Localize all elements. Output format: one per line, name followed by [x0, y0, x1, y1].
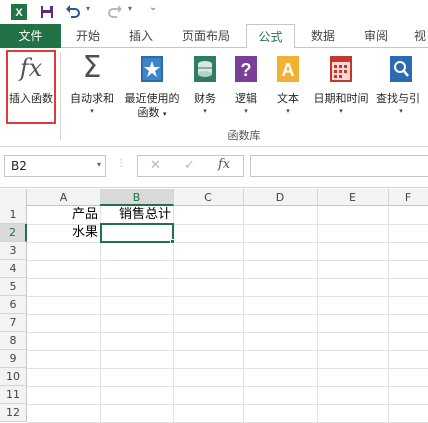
date-time-label: 日期和时间 [313, 92, 369, 105]
lookup-button[interactable]: 查找与引 ▾ [374, 50, 428, 124]
select-all-corner[interactable] [0, 189, 27, 206]
column-header-e[interactable]: E [317, 189, 389, 206]
text-label: 文本 [277, 92, 299, 105]
row-header[interactable]: 1 [0, 206, 27, 224]
magnifier-icon [389, 55, 413, 86]
gridline-h [27, 314, 428, 315]
save-icon[interactable] [37, 2, 57, 22]
text-icon-letter: A [282, 60, 295, 80]
gridline-h [27, 386, 428, 387]
column-header-a[interactable]: A [27, 189, 101, 206]
financial-icon [193, 55, 217, 86]
recently-used-label-line2: 函数 ▾ [137, 106, 167, 119]
row-header[interactable]: 3 [0, 242, 27, 260]
logical-label: 逻辑 [235, 92, 257, 105]
row-header[interactable]: 5 [0, 278, 27, 296]
column-header-c[interactable]: C [173, 189, 244, 206]
star-book-icon [140, 55, 164, 86]
row-header[interactable]: 9 [0, 350, 27, 368]
logical-button[interactable]: ? 逻辑 ▾ [228, 50, 264, 124]
formula-bar-grip-icon: ⋮ [116, 158, 126, 169]
lookup-label: 查找与引 [376, 92, 420, 105]
undo-dropdown-icon[interactable]: ▾ [86, 4, 90, 13]
insert-function-button[interactable]: fx 插入函数 [6, 50, 56, 124]
redo-icon[interactable] [106, 2, 124, 22]
sigma-icon: Σ [82, 50, 102, 85]
text-icon: A [276, 55, 300, 86]
insert-function-label: 插入函数 [9, 92, 53, 105]
fill-handle[interactable] [170, 239, 175, 244]
row-header[interactable]: 6 [0, 296, 27, 314]
column-header-d[interactable]: D [243, 189, 318, 206]
gridline-h [27, 242, 428, 243]
tab-insert[interactable]: 插入 [120, 24, 162, 48]
formula-input[interactable] [250, 155, 428, 177]
cell-a1[interactable]: 产品 [28, 206, 100, 224]
excel-logo-icon: X [9, 2, 29, 22]
redo-dropdown-icon[interactable]: ▾ [128, 4, 132, 13]
tab-review[interactable]: 审阅 [355, 24, 397, 48]
financial-button[interactable]: 财务 ▾ [188, 50, 222, 124]
logical-icon: ? [234, 55, 258, 86]
name-box[interactable]: B2 ▾ [4, 155, 106, 177]
lookup-dropdown-icon: ▾ [399, 107, 403, 115]
name-box-dropdown-icon[interactable]: ▾ [97, 160, 101, 169]
tab-formulas[interactable]: 公式 [246, 24, 295, 49]
recently-used-button[interactable]: 最近使用的 函数 ▾ [120, 50, 184, 124]
column-header-b[interactable]: B [100, 189, 174, 206]
ribbon-tabs: 文件 开始 插入 页面布局 公式 数据 审阅 视 [0, 24, 428, 49]
column-header-f[interactable]: F [388, 189, 428, 206]
text-dropdown-icon: ▾ [286, 107, 290, 115]
autosum-button[interactable]: Σ 自动求和 ▾ [64, 50, 120, 124]
fx-icon: fx [19, 54, 43, 82]
tab-data[interactable]: 数据 [302, 24, 344, 48]
customize-qat-icon[interactable]: ⌄ [149, 2, 157, 13]
formula-bar-tools: ✕ ✓ fx [137, 155, 244, 177]
row-header[interactable]: 8 [0, 332, 27, 350]
row-header[interactable]: 2 [0, 224, 27, 242]
cancel-icon[interactable]: ✕ [150, 158, 161, 173]
cell-b1[interactable]: 销售总计 [101, 206, 173, 224]
date-time-dropdown-icon: ▾ [339, 107, 343, 115]
gridline-h [27, 368, 428, 369]
gridline-h [27, 332, 428, 333]
gridline-h [27, 404, 428, 405]
row-header[interactable]: 12 [0, 404, 27, 422]
gridline-h [27, 278, 428, 279]
recently-used-label: 最近使用的 [124, 92, 180, 105]
row-header[interactable]: 11 [0, 386, 27, 404]
financial-dropdown-icon: ▾ [203, 107, 207, 115]
calendar-icon [329, 55, 353, 86]
ribbon-formulas: fx 插入函数 Σ 自动求和 ▾ 最近使用的 函数 ▾ 财务 ▾ ? 逻辑 ▾ … [0, 48, 428, 147]
tab-file[interactable]: 文件 [0, 24, 61, 48]
date-time-button[interactable]: 日期和时间 ▾ [310, 50, 372, 124]
logical-dropdown-icon: ▾ [244, 107, 248, 115]
worksheet-grid: A B C D E F 1 2 3 4 5 6 7 8 9 10 11 12 产… [0, 189, 428, 423]
gridline-h [27, 260, 428, 261]
formula-bar: B2 ▾ ⋮ ✕ ✓ fx [0, 147, 428, 188]
cell-a2[interactable]: 水果 [28, 224, 100, 242]
tab-home[interactable]: 开始 [68, 24, 108, 48]
text-button[interactable]: A 文本 ▾ [270, 50, 306, 124]
autosum-dropdown-icon: ▾ [90, 107, 94, 115]
enter-icon[interactable]: ✓ [184, 158, 195, 173]
gridline-h [27, 350, 428, 351]
quick-access-toolbar: X ▾ ▾ ⌄ [0, 0, 428, 24]
gridline-h [27, 296, 428, 297]
undo-icon[interactable] [64, 2, 82, 22]
tab-page-layout[interactable]: 页面布局 [172, 24, 240, 48]
tab-view[interactable]: 视 [410, 24, 428, 48]
cell-b2-selection[interactable] [100, 223, 174, 243]
function-library-group-label: 函数库 [227, 129, 261, 142]
row-header[interactable]: 4 [0, 260, 27, 278]
insert-function-icon[interactable]: fx [218, 157, 230, 172]
column-header: A B C D E F [0, 189, 428, 206]
name-box-value: B2 [11, 159, 27, 173]
autosum-label: 自动求和 [70, 92, 114, 105]
svg-text:?: ? [241, 60, 252, 80]
row-header[interactable]: 10 [0, 368, 27, 386]
row-header[interactable]: 7 [0, 314, 27, 332]
svg-text:X: X [15, 7, 23, 19]
financial-label: 财务 [194, 92, 216, 105]
